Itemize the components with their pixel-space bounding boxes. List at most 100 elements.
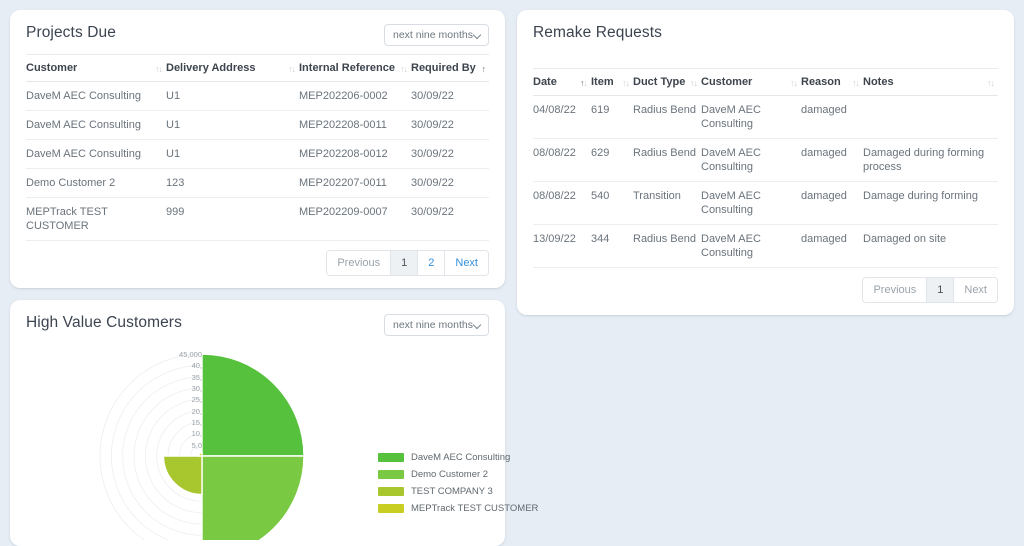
sort-icon[interactable]: ↑↓: [622, 79, 629, 88]
cell-delivery-address: U1: [166, 140, 299, 169]
pagination-page-1[interactable]: 1: [391, 251, 418, 275]
sort-icon[interactable]: ↑↓: [790, 79, 797, 88]
remake-requests-table-body: 04/08/22 619 Radius Bend DaveM AEC Consu…: [533, 96, 998, 268]
legend-item[interactable]: DaveM AEC Consulting: [378, 452, 538, 463]
remake-requests-table-head: Date ↑↓ Item ↑↓ Duct Type ↑↓ Customer↑↓ Rea…: [533, 69, 998, 96]
table-row[interactable]: DaveM AEC Consulting U1 MEP202208-0012 3…: [26, 140, 489, 169]
pagination-next[interactable]: Next: [954, 278, 997, 302]
cell-notes: Damaged during forming process: [863, 139, 998, 182]
cell-item: 540: [591, 182, 633, 225]
cell-customer: DaveM AEC Consulting: [26, 140, 166, 169]
cell-item: 344: [591, 225, 633, 268]
cell-internal-reference: MEP202209-0007: [299, 198, 411, 241]
cell-required-by: 30/09/22: [411, 169, 489, 198]
column-header-date[interactable]: Date ↑↓: [533, 69, 591, 96]
sort-icon[interactable]: ↑: [482, 65, 486, 74]
column-label: Duct Type: [633, 76, 685, 88]
cell-date: 08/08/22: [533, 182, 591, 225]
column-label: Notes: [863, 76, 894, 88]
cell-reason: damaged: [801, 96, 863, 139]
column-header-required-by[interactable]: Required By↑: [411, 55, 489, 82]
cell-reason: damaged: [801, 225, 863, 268]
cell-date: 08/08/22: [533, 139, 591, 182]
pagination-page-2[interactable]: 2: [418, 251, 445, 275]
cell-date: 13/09/22: [533, 225, 591, 268]
cell-required-by: 30/09/22: [411, 198, 489, 241]
cell-customer: DaveM AEC Consulting: [701, 225, 801, 268]
pagination-page-1[interactable]: 1: [927, 278, 954, 302]
legend-swatch: [378, 470, 404, 479]
legend-item[interactable]: MEPTrack TEST CUSTOMER: [378, 503, 538, 514]
cell-customer: DaveM AEC Consulting: [701, 139, 801, 182]
legend-label: DaveM AEC Consulting: [411, 452, 510, 463]
cell-item: 629: [591, 139, 633, 182]
column-header-reason[interactable]: Reason↑↓: [801, 69, 863, 96]
legend-item[interactable]: TEST COMPANY 3: [378, 486, 538, 497]
sort-icon[interactable]: ↑↓: [580, 79, 587, 88]
chart-legend: DaveM AEC Consulting Demo Customer 2 TES…: [378, 452, 538, 520]
cell-delivery-address: U1: [166, 111, 299, 140]
remake-requests-header: Remake Requests: [533, 24, 998, 54]
remake-requests-pager: Previous 1 Next: [533, 268, 998, 305]
column-header-duct-type[interactable]: Duct Type ↑↓: [633, 69, 701, 96]
column-label: Internal Reference: [299, 62, 395, 74]
sort-icon[interactable]: ↑↓: [288, 65, 295, 74]
radial-axis-tick: 25,: [168, 395, 202, 404]
column-header-internal-reference[interactable]: Internal Reference ↑↓: [299, 55, 411, 82]
pagination-next[interactable]: Next: [445, 251, 488, 275]
cell-reason: damaged: [801, 139, 863, 182]
sort-icon[interactable]: ↑↓: [852, 79, 859, 88]
high-value-customers-range-select[interactable]: next nine months: [384, 314, 489, 336]
column-header-customer[interactable]: Customer↑↓: [701, 69, 801, 96]
pagination-previous[interactable]: Previous: [863, 278, 927, 302]
pagination-previous[interactable]: Previous: [327, 251, 391, 275]
radial-axis-tick: 40,: [168, 361, 202, 370]
table-row[interactable]: 08/08/22 540 Transition DaveM AEC Consul…: [533, 182, 998, 225]
projects-due-pager: Previous 1 2 Next: [26, 241, 489, 278]
table-header-row: Customer↑↓ Delivery Address↑↓ Internal R…: [26, 55, 489, 82]
cell-internal-reference: MEP202207-0011: [299, 169, 411, 198]
table-header-row: Date ↑↓ Item ↑↓ Duct Type ↑↓ Customer↑↓ Rea…: [533, 69, 998, 96]
table-row[interactable]: DaveM AEC Consulting U1 MEP202208-0011 3…: [26, 111, 489, 140]
legend-swatch: [378, 487, 404, 496]
legend-label: TEST COMPANY 3: [411, 486, 493, 497]
legend-label: MEPTrack TEST CUSTOMER: [411, 503, 538, 514]
cell-customer: DaveM AEC Consulting: [701, 182, 801, 225]
cell-delivery-address: 123: [166, 169, 299, 198]
projects-due-title: Projects Due: [26, 24, 116, 42]
column-header-notes[interactable]: Notes ↑↓: [863, 69, 998, 96]
sort-icon[interactable]: ↑↓: [400, 65, 407, 74]
cell-duct-type: Radius Bend: [633, 96, 701, 139]
radial-axis-tick: 35,: [168, 373, 202, 382]
legend-swatch: [378, 453, 404, 462]
column-header-customer[interactable]: Customer↑↓: [26, 55, 166, 82]
column-header-item[interactable]: Item ↑↓: [591, 69, 633, 96]
column-label: Date: [533, 76, 557, 88]
table-row[interactable]: 08/08/22 629 Radius Bend DaveM AEC Consu…: [533, 139, 998, 182]
cell-notes: Damage during forming: [863, 182, 998, 225]
cell-delivery-address: 999: [166, 198, 299, 241]
projects-due-range-select[interactable]: next nine months: [384, 24, 489, 46]
sort-icon[interactable]: ↑↓: [155, 65, 162, 74]
table-row[interactable]: DaveM AEC Consulting U1 MEP202206-0002 3…: [26, 82, 489, 111]
column-header-delivery-address[interactable]: Delivery Address↑↓: [166, 55, 299, 82]
table-row[interactable]: Demo Customer 2 123 MEP202207-0011 30/09…: [26, 169, 489, 198]
cell-internal-reference: MEP202208-0011: [299, 111, 411, 140]
remake-requests-table: Date ↑↓ Item ↑↓ Duct Type ↑↓ Customer↑↓ Rea…: [533, 68, 998, 268]
table-row[interactable]: 04/08/22 619 Radius Bend DaveM AEC Consu…: [533, 96, 998, 139]
cell-delivery-address: U1: [166, 82, 299, 111]
legend-item[interactable]: Demo Customer 2: [378, 469, 538, 480]
sort-icon[interactable]: ↑↓: [987, 79, 994, 88]
cell-customer: Demo Customer 2: [26, 169, 166, 198]
radial-axis-tick: 45,000: [168, 350, 202, 359]
projects-due-header: Projects Due next nine months: [26, 24, 489, 54]
chevron-down-icon: [474, 31, 482, 39]
column-label: Item: [591, 76, 614, 88]
sort-icon[interactable]: ↑↓: [690, 79, 697, 88]
table-row[interactable]: 13/09/22 344 Radius Bend DaveM AEC Consu…: [533, 225, 998, 268]
legend-swatch: [378, 504, 404, 513]
projects-due-table-body: DaveM AEC Consulting U1 MEP202206-0002 3…: [26, 82, 489, 241]
table-row[interactable]: MEPTrack TEST CUSTOMER 999 MEP202209-000…: [26, 198, 489, 241]
cell-required-by: 30/09/22: [411, 82, 489, 111]
cell-duct-type: Transition: [633, 182, 701, 225]
